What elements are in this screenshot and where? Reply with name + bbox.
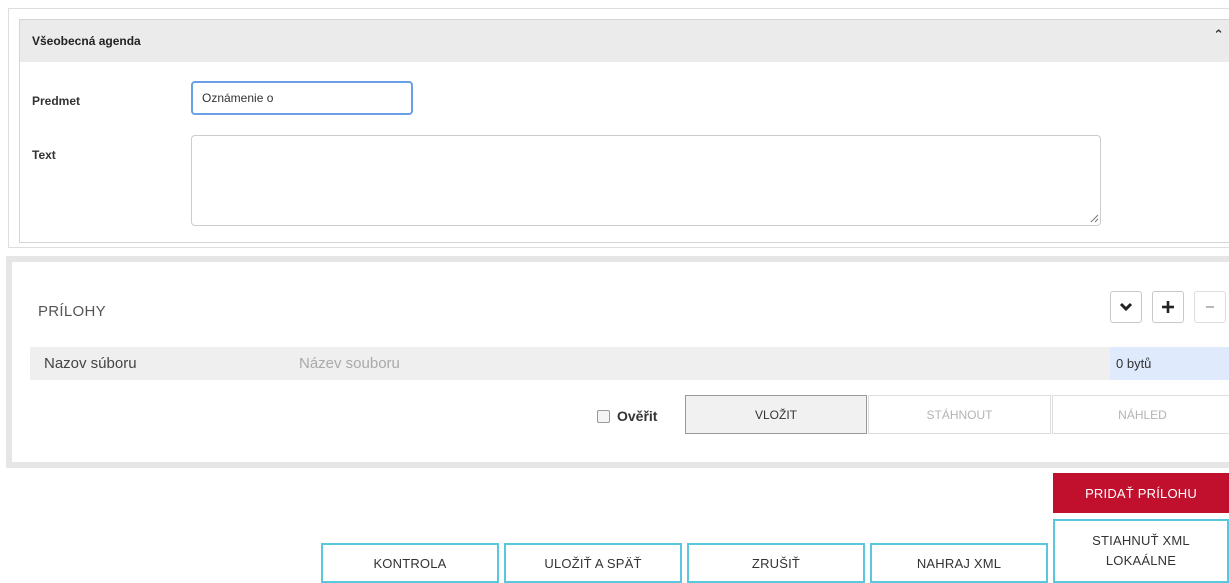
remove-attachment-row-button[interactable] (1194, 291, 1226, 323)
cancel-button[interactable]: ZRUŠIŤ (687, 543, 865, 583)
caret-up-icon[interactable]: ⌃ (1213, 28, 1224, 41)
section-title: Všeobecná agenda (32, 34, 141, 48)
file-size-cell: 0 bytů (1110, 347, 1229, 380)
download-xml-locally-button[interactable]: STIAHNUŤ XML LOKAÁLNE (1053, 519, 1229, 583)
attachments-title: PRÍLOHY (38, 303, 106, 320)
attachment-row: Nazov súboru Název souboru 0 bytů (30, 347, 1229, 380)
download-button[interactable]: STÁHNOUT (868, 395, 1051, 434)
attachments-content: PRÍLOHY Nazov súboru Název souboru 0 byt… (12, 262, 1229, 462)
general-agenda-panel: Všeobecná agenda ⌃ Predmet Text (8, 8, 1229, 248)
minus-icon (1206, 306, 1214, 308)
subject-input[interactable] (191, 81, 413, 115)
preview-button[interactable]: NÁHLED (1052, 395, 1229, 434)
expand-button[interactable] (1110, 291, 1142, 323)
verify-label: Ověřit (617, 408, 658, 424)
general-agenda-section: Všeobecná agenda ⌃ Predmet Text (19, 19, 1229, 243)
text-textarea[interactable] (191, 135, 1101, 226)
file-name-placeholder: Název souboru (299, 355, 400, 372)
check-button[interactable]: KONTROLA (321, 543, 499, 583)
file-size-value: 0 bytů (1116, 356, 1152, 371)
add-attachment-row-button[interactable] (1152, 291, 1184, 323)
section-header[interactable]: Všeobecná agenda ⌃ (20, 20, 1229, 62)
verify-checkbox-group[interactable]: Ověřit (597, 408, 657, 424)
plus-icon (1162, 301, 1174, 313)
subject-label: Predmet (32, 94, 81, 108)
chevron-down-icon (1119, 302, 1133, 312)
download-xml-label-line1: STIAHNUŤ XML (1092, 533, 1190, 548)
save-and-back-button[interactable]: ULOŽIŤ A SPÄŤ (504, 543, 682, 583)
verify-checkbox[interactable] (597, 409, 610, 423)
text-label: Text (32, 148, 56, 162)
attachments-panel: PRÍLOHY Nazov súboru Název souboru 0 byt… (6, 256, 1229, 468)
insert-button[interactable]: VLOŽIT (685, 395, 867, 434)
add-attachment-button[interactable]: PRIDAŤ PRÍLOHU (1053, 473, 1229, 513)
download-xml-label-line2: LOKAÁLNE (1105, 553, 1177, 568)
file-name-label: Nazov súboru (44, 355, 137, 372)
upload-xml-button[interactable]: NAHRAJ XML (870, 543, 1048, 583)
